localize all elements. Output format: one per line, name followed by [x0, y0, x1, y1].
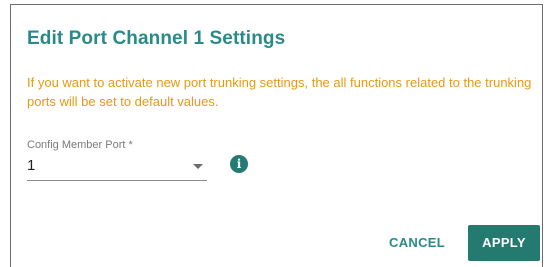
info-icon[interactable]: i: [230, 155, 248, 173]
config-member-port-value: 1: [27, 157, 36, 174]
edit-port-channel-dialog: Edit Port Channel 1 Settings If you want…: [10, 4, 543, 267]
dialog-title: Edit Port Channel 1 Settings: [27, 28, 286, 49]
config-member-port-select[interactable]: 1: [27, 153, 207, 181]
chevron-down-icon: [193, 164, 203, 169]
warning-message: If you want to activate new port trunkin…: [27, 75, 532, 109]
cancel-button[interactable]: CANCEL: [377, 225, 457, 261]
apply-button[interactable]: APPLY: [468, 225, 540, 261]
config-member-port-label: Config Member Port *: [27, 139, 133, 151]
